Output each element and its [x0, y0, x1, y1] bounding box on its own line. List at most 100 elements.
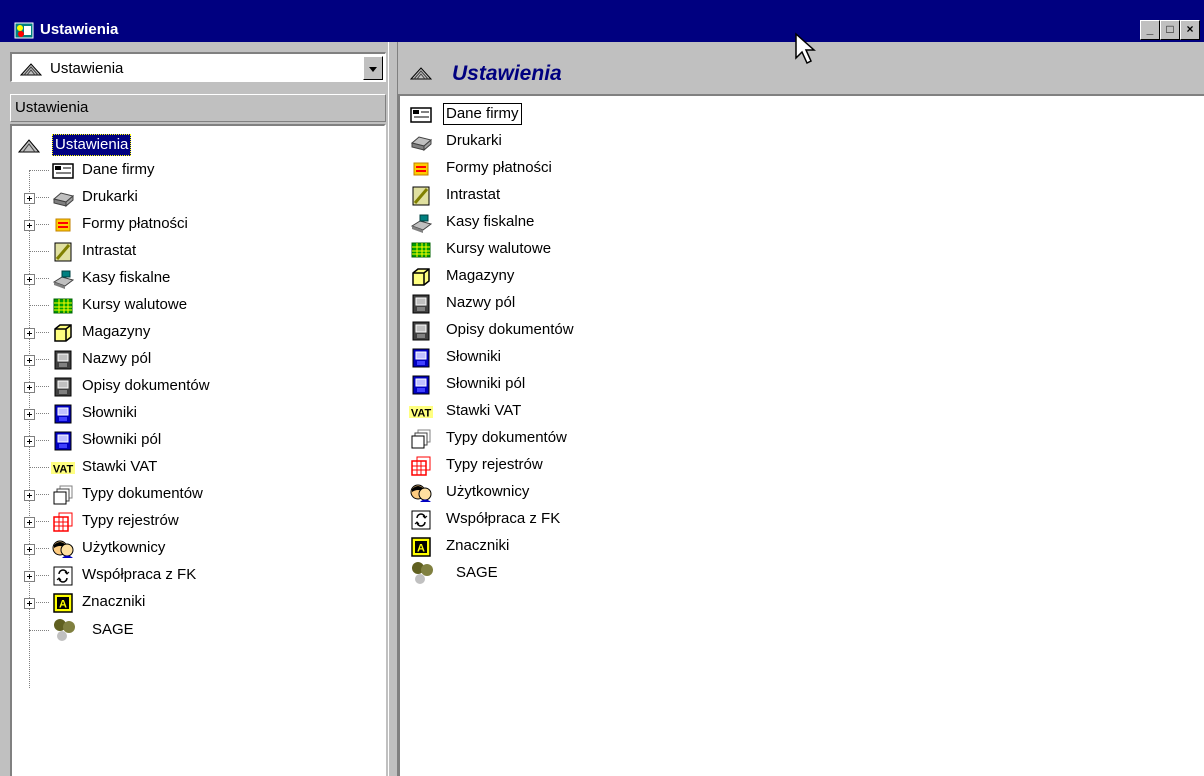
- tree-item-nazwy-pol[interactable]: Nazwy pól: [12, 347, 382, 373]
- tree-item-drukarki[interactable]: Drukarki: [12, 185, 382, 211]
- list-item-opisy-dokumentow[interactable]: Opisy dokumentów: [410, 318, 810, 344]
- expand-icon[interactable]: [24, 274, 35, 285]
- settings-tree[interactable]: Ustawienia Dane firmy Drukarki Formy pła…: [10, 124, 386, 776]
- settings-list[interactable]: Dane firmy Drukarki Formy płatności Intr…: [398, 94, 1204, 776]
- intrastat-icon: [54, 242, 72, 262]
- list-item-intrastat[interactable]: Intrastat: [410, 183, 810, 209]
- pane-splitter[interactable]: [388, 42, 398, 776]
- title-bar[interactable]: Ustawienia _ □ ×: [0, 0, 1204, 42]
- tree-root[interactable]: Ustawienia: [18, 132, 198, 158]
- tree-item-uzytkownicy[interactable]: Użytkownicy: [12, 536, 382, 562]
- company-card-icon: [52, 163, 74, 179]
- vat-icon: VAT: [51, 462, 75, 476]
- tree-item-kursy-walutowe[interactable]: Kursy walutowe: [12, 293, 382, 319]
- tree-item-label: Współpraca z FK: [82, 566, 197, 583]
- tree-item-label: SAGE: [92, 621, 134, 638]
- list-item-typy-rejestrow[interactable]: Typy rejestrów: [410, 453, 810, 479]
- list-item-label: Intrastat: [446, 186, 501, 203]
- tree-item-label: Intrastat: [82, 242, 137, 259]
- dictionary-icon: [54, 404, 72, 424]
- printer-icon: [52, 192, 74, 208]
- expand-icon[interactable]: [24, 382, 35, 393]
- vat-icon: VAT: [409, 406, 433, 420]
- list-item-formy-platnosci[interactable]: Formy płatności: [410, 156, 810, 182]
- list-item-label: Typy rejestrów: [446, 456, 543, 473]
- content-pane: Ustawienia Dane firmy Drukarki Formy pła…: [398, 52, 1204, 776]
- expand-icon[interactable]: [24, 409, 35, 420]
- combo-dropdown-button[interactable]: [363, 56, 383, 80]
- tree-item-label: Znaczniki: [82, 593, 146, 610]
- close-button[interactable]: ×: [1180, 20, 1200, 40]
- tree-item-label: Słowniki: [82, 404, 138, 421]
- list-item-dane-firmy[interactable]: Dane firmy: [410, 102, 810, 128]
- list-item-magazyny[interactable]: Magazyny: [410, 264, 810, 290]
- expand-icon[interactable]: [24, 490, 35, 501]
- list-item-label: Stawki VAT: [446, 402, 522, 419]
- tree-item-label: Nazwy pól: [82, 350, 152, 367]
- expand-icon[interactable]: [24, 598, 35, 609]
- list-item-label: Kursy walutowe: [446, 240, 552, 257]
- settings-hat-icon: [20, 63, 42, 76]
- list-item-label: Znaczniki: [446, 537, 510, 554]
- list-item-drukarki[interactable]: Drukarki: [410, 129, 810, 155]
- list-item-znaczniki[interactable]: A Znaczniki: [410, 534, 810, 560]
- expand-icon[interactable]: [24, 517, 35, 528]
- tree-item-sage[interactable]: SAGE: [12, 618, 382, 644]
- tree-item-znaczniki[interactable]: A Znaczniki: [12, 590, 382, 616]
- tree-item-intrastat[interactable]: Intrastat: [12, 239, 382, 265]
- tree-item-label: Dane firmy: [82, 161, 155, 178]
- content-title: Ustawienia: [452, 62, 562, 85]
- list-item-kursy-walutowe[interactable]: Kursy walutowe: [410, 237, 810, 263]
- navigation-pane: Ustawienia Ustawienia Ustawienia Dane fi…: [10, 52, 388, 776]
- tree-item-wspolpraca-z-fk[interactable]: Współpraca z FK: [12, 563, 382, 589]
- tree-item-opisy-dokumentow[interactable]: Opisy dokumentów: [12, 374, 382, 400]
- list-item-label: Słowniki: [446, 348, 502, 365]
- sage-logo-icon: [412, 562, 433, 584]
- list-item-slowniki[interactable]: Słowniki: [410, 345, 810, 371]
- svg-text:A: A: [417, 543, 425, 555]
- list-item-slowniki-pol[interactable]: Słowniki pól: [410, 372, 810, 398]
- sage-logo-icon: [54, 619, 75, 641]
- expand-icon[interactable]: [24, 544, 35, 555]
- list-item-stawki-vat[interactable]: VAT Stawki VAT: [409, 399, 810, 425]
- expand-icon[interactable]: [24, 436, 35, 447]
- tree-item-dane-firmy[interactable]: Dane firmy: [12, 158, 382, 184]
- expand-icon[interactable]: [24, 328, 35, 339]
- tree-item-kasy-fiskalne[interactable]: Kasy fiskalne: [12, 266, 382, 292]
- list-item-kasy-fiskalne[interactable]: Kasy fiskalne: [410, 210, 810, 236]
- settings-hat-icon: [410, 67, 432, 80]
- tree-header: Ustawienia: [10, 94, 386, 122]
- minimize-button[interactable]: _: [1140, 20, 1160, 40]
- warehouse-box-icon: [54, 324, 72, 342]
- list-item-uzytkownicy[interactable]: Użytkownicy: [410, 480, 810, 506]
- tree-item-slowniki-pol[interactable]: Słowniki pól: [12, 428, 382, 454]
- list-item-typy-dokumentow[interactable]: Typy dokumentów: [410, 426, 810, 452]
- tree-item-label: Kasy fiskalne: [82, 269, 171, 286]
- tree-item-formy-platnosci[interactable]: Formy płatności: [12, 212, 382, 238]
- list-item-wspolpraca-z-fk[interactable]: Współpraca z FK: [410, 507, 810, 533]
- list-item-sage[interactable]: SAGE: [410, 561, 810, 587]
- tree-item-magazyny[interactable]: Magazyny: [12, 320, 382, 346]
- expand-icon[interactable]: [24, 220, 35, 231]
- maximize-button[interactable]: □: [1160, 20, 1180, 40]
- list-item-nazwy-pol[interactable]: Nazwy pól: [410, 291, 810, 317]
- tree-item-typy-rejestrow[interactable]: Typy rejestrów: [12, 509, 382, 535]
- window-title: Ustawienia: [40, 21, 119, 38]
- payment-icon: [413, 162, 429, 176]
- tree-item-label: Słowniki pól: [82, 431, 162, 448]
- tree-item-typy-dokumentow[interactable]: Typy dokumentów: [12, 482, 382, 508]
- settings-hat-icon: [18, 139, 40, 153]
- expand-icon[interactable]: [24, 193, 35, 204]
- tree-item-stawki-vat[interactable]: VAT Stawki VAT: [12, 455, 382, 481]
- users-icon: [52, 540, 74, 558]
- tree-item-slowniki[interactable]: Słowniki: [12, 401, 382, 427]
- svg-text:A: A: [59, 599, 67, 611]
- cash-register-icon: [410, 214, 432, 233]
- expand-icon[interactable]: [24, 355, 35, 366]
- list-item-label: Drukarki: [446, 132, 502, 149]
- tree-item-label: Magazyny: [82, 323, 151, 340]
- expand-icon[interactable]: [24, 571, 35, 582]
- list-item-label: Słowniki pól: [446, 375, 526, 392]
- location-combobox[interactable]: Ustawienia: [10, 52, 386, 82]
- document-types-icon: [411, 429, 431, 449]
